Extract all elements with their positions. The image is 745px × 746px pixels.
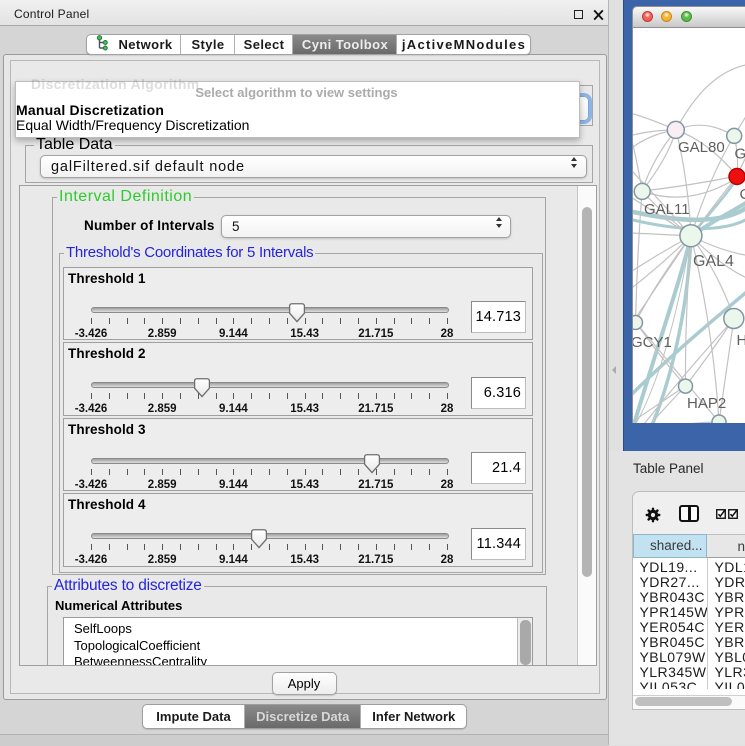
svg-text:GCY1: GCY1 [633, 334, 672, 351]
svg-text:GAL11: GAL11 [644, 201, 690, 218]
svg-text:H: H [737, 332, 745, 349]
svg-text:G..: G.. [735, 145, 745, 162]
svg-text:GAL80: GAL80 [678, 139, 725, 156]
svg-text:HAP2: HAP2 [687, 395, 726, 412]
svg-text:GAL4: GAL4 [693, 253, 734, 270]
svg-text:C: C [740, 186, 745, 203]
